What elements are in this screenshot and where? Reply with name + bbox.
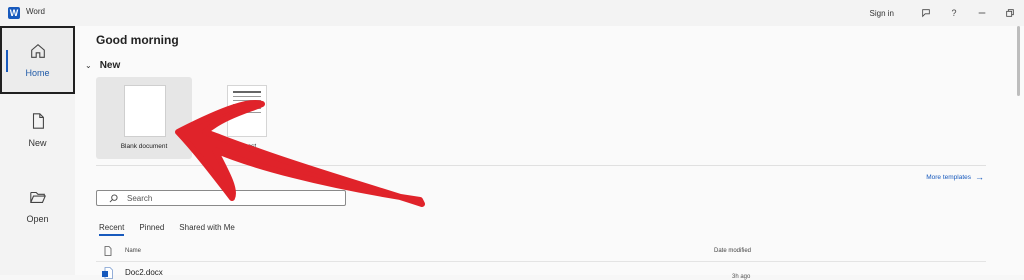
document-type-icon	[104, 246, 112, 256]
new-section-label: New	[99, 60, 121, 71]
blank-document-template[interactable]: Blank document	[96, 77, 192, 159]
nav-item-home[interactable]: Home	[0, 26, 75, 94]
feedback-icon[interactable]	[912, 0, 940, 26]
divider	[96, 165, 986, 166]
search-icon	[109, 194, 118, 203]
sign-in-button[interactable]: Sign in	[870, 9, 894, 18]
search-box[interactable]	[96, 190, 346, 206]
more-templates-label: More templates	[926, 173, 971, 181]
nav-item-label: New	[28, 138, 47, 148]
column-header-name[interactable]: Name	[125, 248, 141, 254]
new-document-icon	[32, 113, 44, 129]
nav-item-open[interactable]: Open	[0, 172, 75, 240]
title-bar-controls: Sign in ?	[870, 0, 1024, 26]
word-file-icon	[102, 267, 113, 279]
title-bar: W Word Sign in ?	[0, 0, 1024, 26]
new-section-header[interactable]: ⌄ New	[85, 60, 120, 71]
nav-item-label: Open	[26, 214, 49, 224]
template-label: …ost	[241, 143, 257, 150]
greeting-heading: Good morning	[96, 33, 179, 47]
search-input[interactable]	[127, 192, 327, 204]
word-logo-icon: W	[8, 7, 20, 19]
home-content: Good morning ⌄ New Blank document …ost M…	[75, 26, 1024, 280]
folder-open-icon	[29, 191, 46, 203]
file-tabs: Recent Pinned Shared with Me	[99, 223, 250, 236]
nav-item-label: Home	[25, 68, 50, 78]
nav-item-new[interactable]: New	[0, 96, 75, 164]
arrow-right-icon: →	[975, 172, 984, 182]
template-card-2[interactable]: …ost	[215, 77, 311, 159]
left-navigation: Home New Open	[0, 26, 75, 275]
template-thumbnail	[227, 85, 267, 137]
app-title: Word	[26, 7, 45, 16]
column-header-date-modified[interactable]: Date modified	[714, 248, 751, 254]
divider	[96, 261, 986, 262]
home-icon	[30, 43, 45, 58]
restore-icon[interactable]	[996, 0, 1024, 26]
file-row[interactable]: Doc2.docx 3h ago	[96, 264, 986, 280]
tab-pinned[interactable]: Pinned	[139, 223, 164, 236]
chevron-down-icon[interactable]: ⌄	[85, 61, 92, 70]
template-label: Blank document	[120, 143, 168, 150]
blank-page-thumbnail	[124, 85, 166, 137]
file-list-header: Name Date modified	[96, 246, 986, 260]
scrollbar[interactable]	[1017, 26, 1020, 96]
help-icon[interactable]: ?	[940, 0, 968, 26]
tab-recent[interactable]: Recent	[99, 223, 125, 236]
minimize-icon[interactable]	[968, 0, 996, 26]
tab-shared-with-me[interactable]: Shared with Me	[179, 223, 235, 236]
more-templates-link[interactable]: More templates →	[926, 172, 984, 182]
file-name: Doc2.docx	[125, 268, 163, 277]
